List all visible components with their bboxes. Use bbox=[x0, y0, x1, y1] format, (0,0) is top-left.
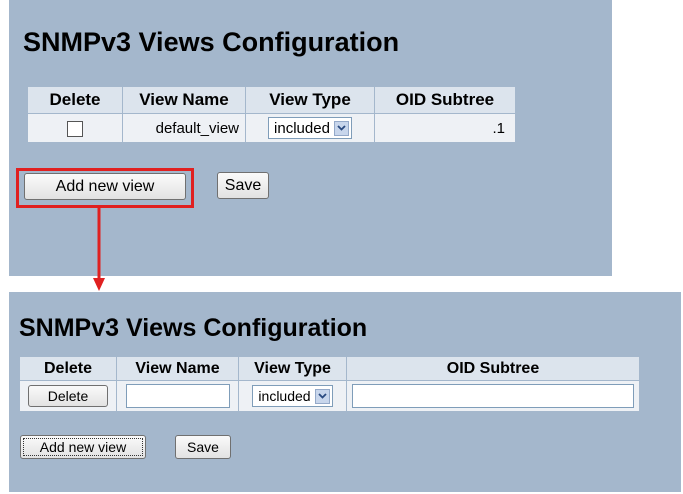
view-type-select[interactable]: included bbox=[252, 385, 333, 407]
view-type-select[interactable]: included bbox=[268, 117, 352, 139]
views-table: Delete View Name View Type OID Subtree d… bbox=[27, 86, 516, 143]
header-view-type: View Type bbox=[238, 356, 347, 381]
header-view-type: View Type bbox=[245, 86, 375, 114]
bottom-config-panel: SNMPv3 Views Configuration Delete View N… bbox=[9, 292, 681, 492]
save-button[interactable]: Save bbox=[175, 435, 231, 459]
chevron-down-icon bbox=[314, 388, 330, 404]
delete-checkbox[interactable] bbox=[67, 120, 83, 137]
view-type-value: included bbox=[274, 119, 330, 137]
header-view-name: View Name bbox=[122, 86, 246, 114]
header-delete: Delete bbox=[19, 356, 117, 381]
table-row: Delete included bbox=[19, 380, 640, 412]
table-header-row: Delete View Name View Type OID Subtree bbox=[19, 356, 640, 381]
table-row: default_view included .1 bbox=[27, 113, 516, 143]
view-type-value: included bbox=[258, 388, 311, 404]
save-button[interactable]: Save bbox=[217, 172, 269, 199]
view-type-cell: included bbox=[245, 113, 375, 143]
header-delete: Delete bbox=[27, 86, 123, 114]
delete-cell: Delete bbox=[19, 380, 117, 412]
highlight-box bbox=[16, 168, 194, 208]
add-new-view-button[interactable]: Add new view bbox=[20, 435, 146, 459]
view-name-value: default_view bbox=[122, 113, 246, 143]
view-type-cell: included bbox=[238, 380, 347, 412]
top-config-panel: SNMPv3 Views Configuration Delete View N… bbox=[9, 0, 612, 276]
page-title: SNMPv3 Views Configuration bbox=[19, 314, 368, 342]
oid-subtree-value: .1 bbox=[374, 113, 516, 143]
table-header-row: Delete View Name View Type OID Subtree bbox=[27, 86, 516, 114]
chevron-down-icon bbox=[333, 120, 349, 136]
delete-cell bbox=[27, 113, 123, 143]
header-oid-subtree: OID Subtree bbox=[346, 356, 640, 381]
views-table: Delete View Name View Type OID Subtree D… bbox=[19, 356, 640, 412]
header-oid-subtree: OID Subtree bbox=[374, 86, 516, 114]
view-name-cell bbox=[116, 380, 239, 412]
header-view-name: View Name bbox=[116, 356, 239, 381]
delete-button[interactable]: Delete bbox=[28, 385, 108, 407]
view-name-input[interactable] bbox=[125, 384, 230, 408]
oid-subtree-cell bbox=[346, 380, 640, 412]
oid-subtree-input[interactable] bbox=[352, 384, 634, 408]
page-title: SNMPv3 Views Configuration bbox=[23, 27, 400, 57]
